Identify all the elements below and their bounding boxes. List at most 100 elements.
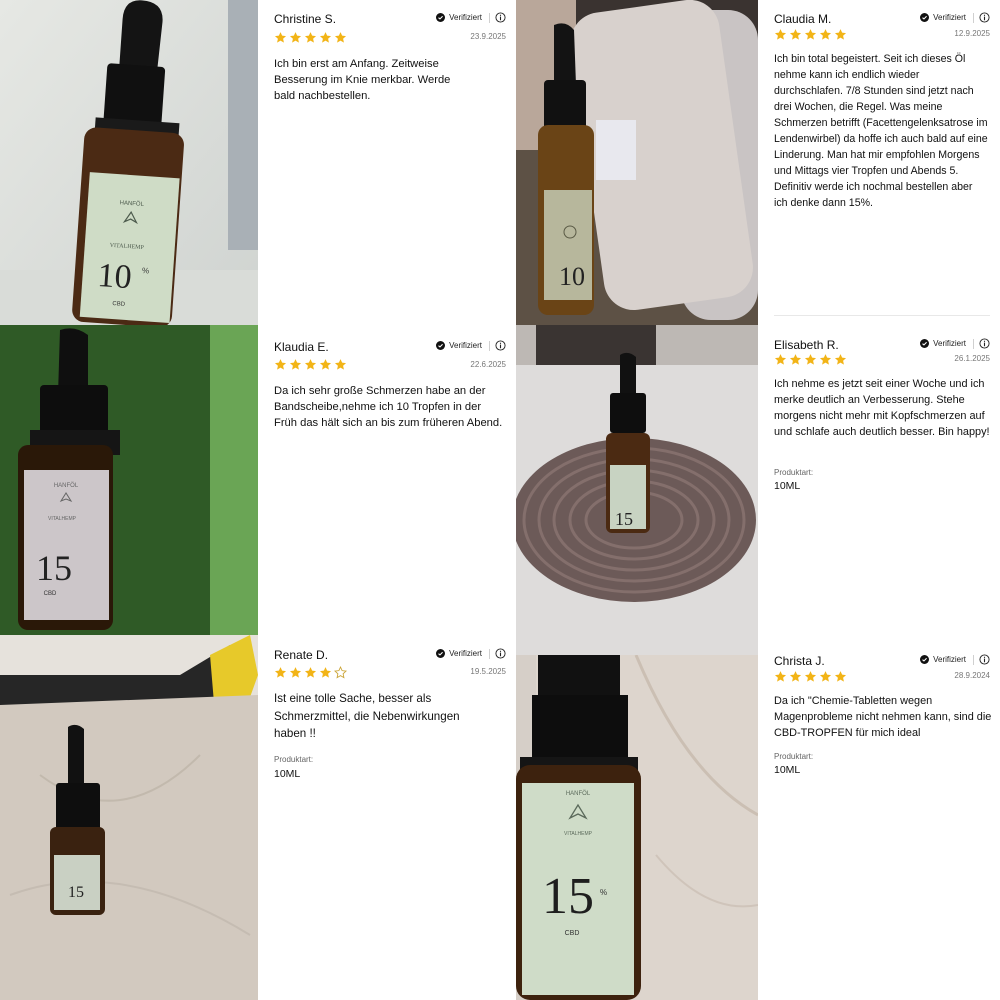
review-text: Ich bin total begeistert. Seit ich diese…	[774, 53, 988, 209]
label-percent: 15	[68, 884, 84, 901]
check-circle-icon	[436, 341, 446, 350]
label-percent: 15	[36, 548, 72, 588]
star-icon	[834, 671, 847, 682]
star-icon	[819, 354, 832, 365]
star-icon	[274, 667, 287, 678]
divider	[489, 13, 490, 23]
verified-badge: Verifiziert	[436, 13, 482, 22]
info-icon[interactable]	[979, 654, 990, 665]
review-date: 19.5.2025	[470, 667, 506, 676]
label-percent: 15	[542, 868, 594, 925]
label-brand: HANFÖL	[566, 790, 591, 797]
product-type-value: 10ML	[774, 764, 801, 776]
star-icon	[774, 671, 787, 682]
info-icon[interactable]	[979, 338, 990, 349]
star-icon	[274, 359, 287, 370]
star-icon	[304, 32, 317, 43]
label-sub: VITALHEMP	[564, 831, 593, 837]
info-icon[interactable]	[495, 12, 506, 23]
review-date: 26.1.2025	[954, 354, 990, 363]
cbd-bottle-photo: HANFÖL VITALHEMP 15 % CBD	[516, 655, 758, 1000]
review-text: Ich nehme es jetzt seit einer Woche und …	[774, 378, 990, 438]
star-icon	[789, 671, 802, 682]
check-circle-icon	[436, 649, 446, 658]
cbd-bottle-photo: 15	[516, 325, 758, 655]
divider	[973, 339, 974, 349]
star-icon	[274, 32, 287, 43]
review-photo-6[interactable]: HANFÖL VITALHEMP 15 % CBD	[516, 655, 758, 1000]
star-icon	[804, 29, 817, 40]
info-icon[interactable]	[495, 648, 506, 659]
verified-badge: Verifiziert	[920, 655, 966, 664]
review-photo-3[interactable]: HANFÖL VITALHEMP 15 CBD	[0, 325, 258, 635]
divider-line	[774, 315, 990, 316]
star-rating	[774, 670, 847, 683]
product-type-value: 10ML	[274, 768, 301, 780]
label-percent: 10	[559, 262, 585, 291]
cbd-bottle-photo: 10	[516, 0, 758, 325]
divider	[973, 655, 974, 665]
star-icon	[319, 359, 332, 370]
label-percent: 15	[615, 509, 633, 529]
info-icon[interactable]	[495, 340, 506, 351]
review-photo-5[interactable]: 15	[0, 635, 258, 1000]
star-empty-icon	[334, 666, 347, 679]
verified-badge: Verifiziert	[920, 339, 966, 348]
product-type-label: Produktart:	[774, 752, 814, 761]
divider	[973, 13, 974, 23]
star-icon	[834, 29, 847, 40]
review-photo-2[interactable]: 10	[516, 0, 758, 325]
check-circle-icon	[920, 13, 930, 22]
review-photo-4[interactable]: 15	[516, 325, 758, 655]
review-card-5: Renate D. Verifiziert 19.5.2025 Ist eine…	[258, 635, 516, 1000]
review-date: 22.6.2025	[470, 360, 506, 369]
star-icon	[289, 32, 302, 43]
verified-label: Verifiziert	[933, 655, 966, 664]
star-icon	[819, 671, 832, 682]
star-icon	[774, 29, 787, 40]
label-cbd: CBD	[44, 591, 57, 597]
star-icon	[819, 29, 832, 40]
verified-label: Verifiziert	[933, 13, 966, 22]
star-rating	[274, 666, 347, 679]
star-icon	[774, 354, 787, 365]
verified-label: Verifiziert	[449, 13, 482, 22]
review-photo-1[interactable]: HANFÖL VITALHEMP 10 % CBD	[0, 0, 258, 325]
reviewer-name: Renate D.	[274, 648, 329, 662]
cbd-bottle-photo: HANFÖL VITALHEMP 15 CBD	[0, 325, 258, 635]
star-icon	[804, 354, 817, 365]
star-icon	[289, 667, 302, 678]
svg-text:%: %	[142, 266, 150, 275]
review-card-2: Claudia M. Verifiziert 12.9.2025 Ich bin…	[758, 0, 1000, 325]
reviewer-name: Christa J.	[774, 654, 825, 668]
divider	[489, 341, 490, 351]
star-icon	[304, 667, 317, 678]
reviewer-name: Claudia M.	[774, 12, 832, 26]
reviewer-name: Klaudia E.	[274, 340, 329, 354]
verified-badge: Verifiziert	[920, 13, 966, 22]
review-date: 23.9.2025	[470, 32, 506, 41]
verified-label: Verifiziert	[449, 649, 482, 658]
review-text: Ich bin erst am Anfang. Zeitweise Besser…	[274, 58, 451, 103]
review-card-6: Christa J. Verifiziert 28.9.2024 Da ich …	[758, 640, 1000, 1000]
review-text: Da ich "Chemie-Tabletten wegen Magenprob…	[774, 695, 992, 739]
star-icon	[319, 32, 332, 43]
product-type-value: 10ML	[774, 480, 801, 492]
verified-label: Verifiziert	[933, 339, 966, 348]
star-icon	[334, 32, 347, 43]
check-circle-icon	[920, 655, 930, 664]
star-rating	[274, 358, 347, 371]
star-rating	[774, 353, 847, 366]
info-icon[interactable]	[979, 12, 990, 23]
verified-label: Verifiziert	[449, 341, 482, 350]
cbd-bottle-photo: 15	[0, 635, 258, 1000]
review-text: Ist eine tolle Sache, besser als Schmerz…	[274, 692, 460, 740]
cbd-bottle-photo: HANFÖL VITALHEMP 10 % CBD	[0, 0, 258, 325]
verified-badge: Verifiziert	[436, 341, 482, 350]
check-circle-icon	[920, 339, 930, 348]
star-rating	[774, 28, 847, 41]
star-icon	[789, 354, 802, 365]
review-card-3: Klaudia E. Verifiziert 22.6.2025 Da ich …	[258, 325, 516, 635]
review-date: 12.9.2025	[954, 29, 990, 38]
product-type-label: Produktart:	[274, 755, 314, 764]
